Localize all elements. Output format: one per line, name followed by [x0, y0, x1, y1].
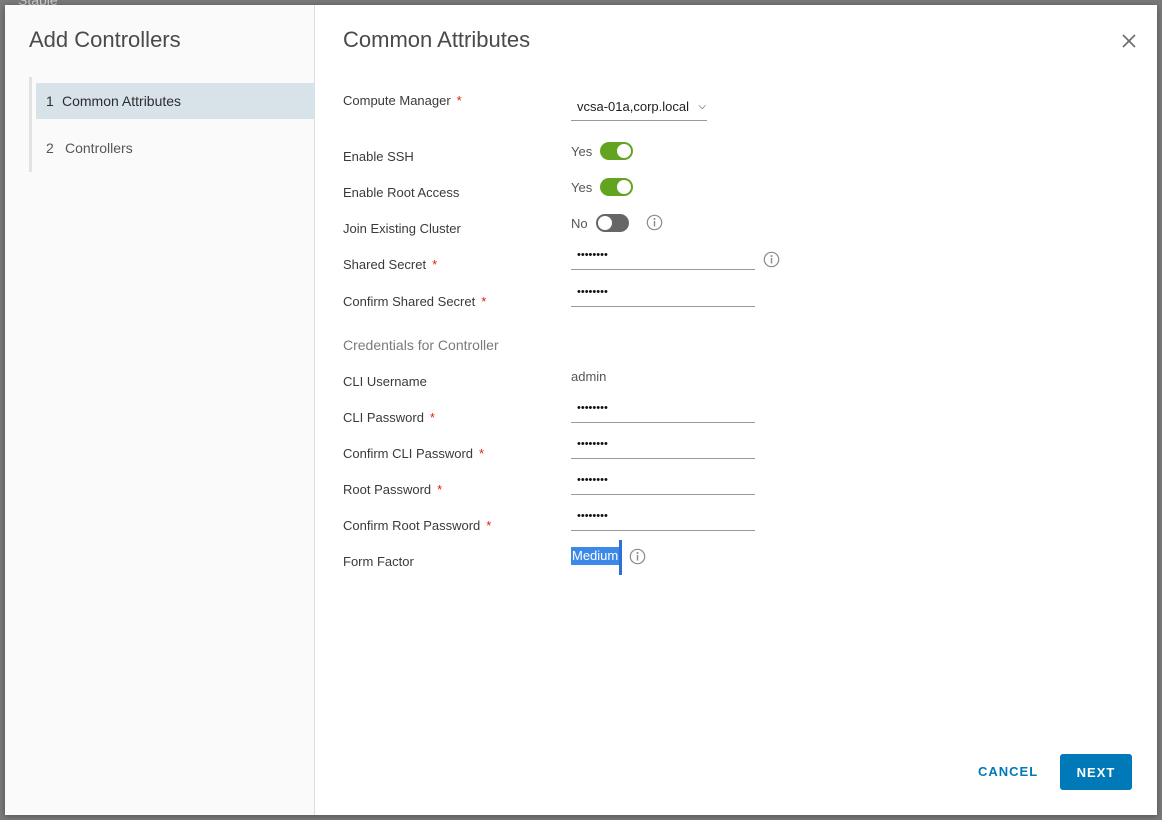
enable-root-access-label: Enable Root Access: [343, 185, 460, 200]
enable-root-access-toggle-group: Yes: [571, 177, 634, 197]
page-title: Common Attributes: [343, 27, 531, 52]
next-button[interactable]: NEXT: [1060, 754, 1132, 790]
confirm-shared-secret-label: Confirm Shared Secret *: [343, 294, 486, 309]
required-marker: *: [456, 93, 462, 108]
info-icon[interactable]: [646, 214, 663, 231]
selected-value: vcsa-01a,corp.local: [577, 99, 689, 114]
info-icon[interactable]: [763, 251, 780, 268]
confirm-cli-password-input[interactable]: ••••••••: [571, 437, 755, 459]
close-icon: [1122, 34, 1136, 48]
join-existing-cluster-label: Join Existing Cluster: [343, 221, 461, 236]
label-text: Confirm Shared Secret: [343, 294, 476, 309]
root-password-input[interactable]: ••••••••: [571, 473, 755, 495]
text-cursor: [619, 540, 623, 575]
cli-username-label: CLI Username: [343, 374, 427, 389]
compute-manager-select[interactable]: vcsa-01a,corp.local ⌵: [571, 93, 707, 121]
cli-username-value: admin: [571, 369, 607, 384]
wizard-content: Common Attributes Compute Manager * vcsa-…: [316, 5, 1157, 815]
step-number: 2: [46, 140, 54, 156]
wizard-step-controllers[interactable]: 2 Controllers: [36, 130, 315, 166]
confirm-shared-secret-input[interactable]: ••••••••: [571, 285, 755, 307]
label-text: Confirm Root Password: [343, 518, 481, 533]
enable-root-access-toggle[interactable]: [600, 178, 634, 196]
toggle-knob: [597, 216, 612, 230]
label-text: Shared Secret: [343, 257, 427, 272]
label-text: CLI Password: [343, 410, 424, 425]
required-marker: *: [486, 518, 492, 533]
label-text: Compute Manager: [343, 93, 451, 108]
confirm-root-password-input[interactable]: ••••••••: [571, 509, 755, 531]
wizard-nav-track: [29, 77, 32, 172]
confirm-cli-password-label: Confirm CLI Password *: [343, 446, 484, 461]
form-factor-value: Medium: [571, 547, 620, 565]
step-label: Controllers: [65, 140, 133, 156]
required-marker: *: [481, 294, 487, 309]
join-existing-cluster-toggle[interactable]: [595, 214, 629, 232]
root-password-label: Root Password *: [343, 482, 442, 497]
form-factor-label: Form Factor: [343, 554, 414, 569]
info-icon[interactable]: [629, 548, 646, 565]
cli-password-label: CLI Password *: [343, 410, 435, 425]
close-button[interactable]: [1119, 31, 1139, 51]
wizard-title: Add Controllers: [29, 27, 181, 52]
enable-ssh-label: Enable SSH: [343, 149, 414, 164]
compute-manager-label: Compute Manager *: [343, 93, 462, 108]
toggle-knob: [617, 144, 632, 158]
label-text: Root Password: [343, 482, 432, 497]
toggle-state-text: Yes: [571, 143, 593, 159]
join-existing-cluster-toggle-group: No: [571, 213, 629, 233]
wizard-nav: Add Controllers 1 Common Attributes 2 Co…: [5, 5, 315, 815]
shared-secret-label: Shared Secret *: [343, 257, 437, 272]
enable-ssh-toggle[interactable]: [600, 142, 634, 160]
step-number: 1: [46, 93, 54, 109]
toggle-knob: [617, 180, 632, 194]
label-text: Confirm CLI Password: [343, 446, 474, 461]
required-marker: *: [437, 482, 443, 497]
toggle-state-text: No: [571, 215, 588, 231]
toggle-state-text: Yes: [571, 179, 593, 195]
credentials-section-heading: Credentials for Controller: [343, 337, 499, 353]
required-marker: *: [429, 410, 435, 425]
add-controllers-modal: Add Controllers 1 Common Attributes 2 Co…: [5, 5, 1157, 815]
cli-password-input[interactable]: ••••••••: [571, 401, 755, 423]
required-marker: *: [432, 257, 438, 272]
cancel-button[interactable]: CANCEL: [978, 764, 1038, 779]
enable-ssh-toggle-group: Yes: [571, 141, 634, 161]
confirm-root-password-label: Confirm Root Password *: [343, 518, 491, 533]
shared-secret-input[interactable]: ••••••••: [571, 248, 755, 270]
required-marker: *: [479, 446, 485, 461]
wizard-step-common-attributes[interactable]: 1 Common Attributes: [36, 83, 315, 119]
step-label: Common Attributes: [62, 93, 182, 109]
form-factor-select[interactable]: Medium: [571, 540, 623, 575]
chevron-down-icon: ⌵: [698, 101, 706, 112]
